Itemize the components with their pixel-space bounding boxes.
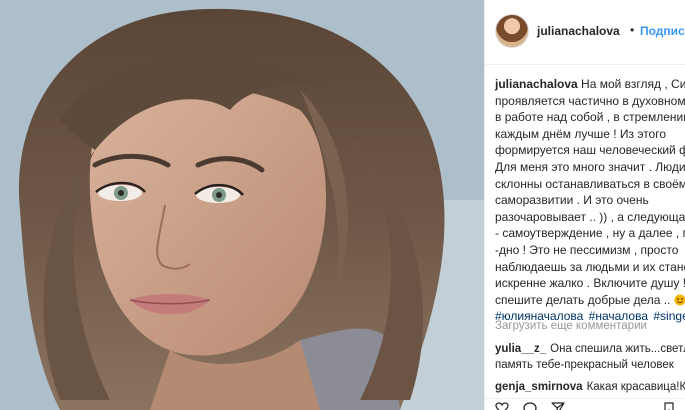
comment-icon[interactable] xyxy=(523,402,537,410)
action-bar xyxy=(485,398,685,410)
share-icon[interactable] xyxy=(551,402,565,410)
caption-line: искренне жалко . Включите душу ! xyxy=(495,276,685,291)
post-username[interactable]: julianachalova xyxy=(537,24,620,38)
post-caption: julianachalova На мой взгляд , Сила проя… xyxy=(495,76,685,325)
load-more-comments-link[interactable]: Загрузить еще комментарии xyxy=(495,320,647,332)
separator-dot: • xyxy=(630,23,635,37)
caption-line: спешите делать добрые дела .. xyxy=(495,292,685,309)
caption-username[interactable]: julianachalova xyxy=(495,77,578,91)
caption-line: julianachalova На мой взгляд , Сила xyxy=(495,77,685,91)
caption-line: каждым днём лучше ! Из этого xyxy=(495,126,667,141)
comment-username[interactable]: genja_smirnova xyxy=(495,381,583,393)
caption-line: в работе над собой , в стремлении xyxy=(495,110,685,125)
comment-username[interactable]: yulia__z_ xyxy=(495,343,546,355)
comment-text: Какая красавица!Ка xyxy=(586,381,685,393)
comment: yulia__z_ Она спешила жить...светл память… xyxy=(495,341,685,373)
caption-line: склонны останавливаться в своём xyxy=(495,176,685,191)
caption-line: - самоутверждение , ну а далее , гр xyxy=(495,226,685,241)
avatar[interactable] xyxy=(495,14,529,48)
caption-line: -дно ! Это не пессимизм , просто xyxy=(495,242,679,257)
post-photo[interactable] xyxy=(0,0,484,410)
caption-line: формируется наш человеческий ф xyxy=(495,143,685,158)
caption-line: проявляется частично в духовном xyxy=(495,93,685,108)
post-header: julianachalova • Подписаться xyxy=(485,0,685,65)
caption-line: разочаровывает .. )) , а следующая xyxy=(495,209,685,224)
caption-line: саморазвитии . И это очень xyxy=(495,193,649,208)
portrait-image xyxy=(0,0,484,410)
comment-text-continued: память тебе-прекрасный человек xyxy=(495,359,674,371)
smiling-emoji-icon xyxy=(674,294,685,306)
bookmark-icon[interactable] xyxy=(663,402,677,410)
comment: genja_smirnova Какая красавица!Ка xyxy=(495,379,685,395)
heart-icon[interactable] xyxy=(495,402,509,410)
caption-line: Для меня это много значит . Люди xyxy=(495,159,685,174)
caption-line: наблюдаешь за людьми и их стано xyxy=(495,259,685,274)
follow-button[interactable]: Подписаться xyxy=(640,24,685,38)
comment-text: Она спешила жить...светл xyxy=(550,343,685,355)
hashtag-link[interactable]: #singer xyxy=(653,309,685,323)
post-side-panel: julianachalova • Подписаться julianachal… xyxy=(484,0,685,410)
